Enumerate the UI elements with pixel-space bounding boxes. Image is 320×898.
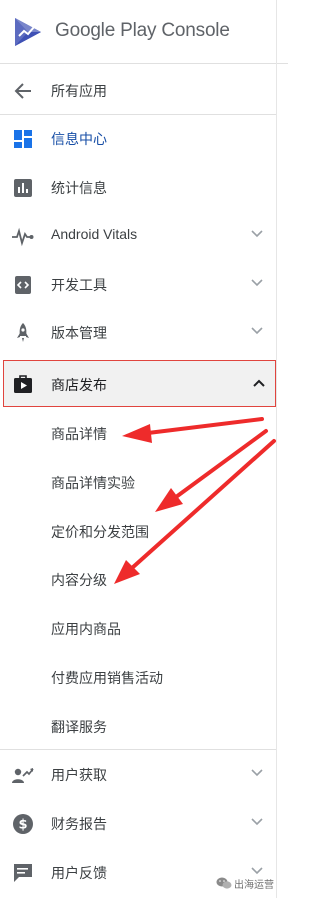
nav-label-financial-reports: 财务报告 <box>51 816 107 832</box>
play-console-logo-icon[interactable] <box>13 16 43 48</box>
nav-label-dashboard: 信息中心 <box>51 131 107 147</box>
sub-label: 翻译服务 <box>51 719 107 735</box>
nav-item-release-management[interactable]: 版本管理 <box>0 308 276 357</box>
sub-label: 付费应用销售活动 <box>51 670 163 686</box>
store-bag-icon <box>14 375 32 393</box>
sub-label: 定价和分发范围 <box>51 524 149 540</box>
nav-item-statistics[interactable]: 统计信息 <box>0 163 276 212</box>
arrow-back-icon <box>14 83 31 99</box>
nav-label-statistics: 统计信息 <box>51 180 107 196</box>
nav-label-store-presence: 商店发布 <box>51 377 107 393</box>
watermark: 出海运营 <box>214 874 284 892</box>
sub-item-translation-service[interactable]: 翻译服务 <box>0 702 276 751</box>
sub-item-listing-experiments[interactable]: 商品详情实验 <box>0 458 276 507</box>
chevron-up-icon[interactable] <box>252 378 266 388</box>
dashboard-icon <box>14 130 32 148</box>
sub-label: 应用内商品 <box>51 621 121 637</box>
nav-item-dev-tools[interactable]: 开发工具 <box>0 260 276 309</box>
nav-label-user-feedback: 用户反馈 <box>51 865 107 881</box>
dollar-icon: $ <box>13 814 33 834</box>
chevron-down-icon[interactable] <box>250 817 264 827</box>
sub-item-paid-app-sales[interactable]: 付费应用销售活动 <box>0 653 276 702</box>
app-header: Google Play Console <box>0 0 288 64</box>
chat-icon <box>14 864 32 882</box>
nav-label-user-acquisition: 用户获取 <box>51 767 107 783</box>
nav-item-financial-reports[interactable]: $ 财务报告 <box>0 799 276 848</box>
nav-item-user-acquisition[interactable]: 用户获取 <box>0 750 276 799</box>
nav-item-dashboard[interactable]: 信息中心 <box>0 114 276 163</box>
sub-item-in-app-products[interactable]: 应用内商品 <box>0 604 276 653</box>
chevron-down-icon[interactable] <box>250 768 264 778</box>
bar-chart-icon <box>14 179 32 197</box>
sub-label: 内容分级 <box>51 572 107 588</box>
nav-item-all-apps[interactable]: 所有应用 <box>0 66 276 115</box>
sub-label: 商品详情实验 <box>51 475 135 491</box>
nav-label-dev-tools: 开发工具 <box>51 277 107 293</box>
user-trend-icon <box>12 768 34 783</box>
vitals-pulse-icon <box>12 227 34 247</box>
sub-item-store-listing[interactable]: 商品详情 <box>0 409 276 458</box>
chevron-down-icon[interactable] <box>250 278 264 288</box>
rocket-icon <box>17 323 29 342</box>
sidebar-edge <box>276 0 277 898</box>
sub-label: 商品详情 <box>51 426 107 442</box>
code-icon <box>15 276 31 294</box>
nav-label-all-apps: 所有应用 <box>51 83 107 99</box>
nav-label-android-vitals: Android Vitals <box>51 226 138 242</box>
watermark-text: 出海运营 <box>234 880 274 891</box>
chevron-down-icon[interactable] <box>250 326 264 336</box>
wechat-icon <box>216 877 232 889</box>
sub-item-content-rating[interactable]: 内容分级 <box>0 555 276 604</box>
brand-title: Google Play Console <box>55 20 230 41</box>
svg-text:$: $ <box>18 818 27 833</box>
chevron-down-icon[interactable] <box>250 229 264 239</box>
nav-item-android-vitals[interactable]: Android Vitals <box>0 211 276 260</box>
nav-item-store-presence[interactable]: 商店发布 <box>3 360 276 407</box>
nav-label-release-management: 版本管理 <box>51 325 107 341</box>
sub-item-pricing-distribution[interactable]: 定价和分发范围 <box>0 507 276 556</box>
